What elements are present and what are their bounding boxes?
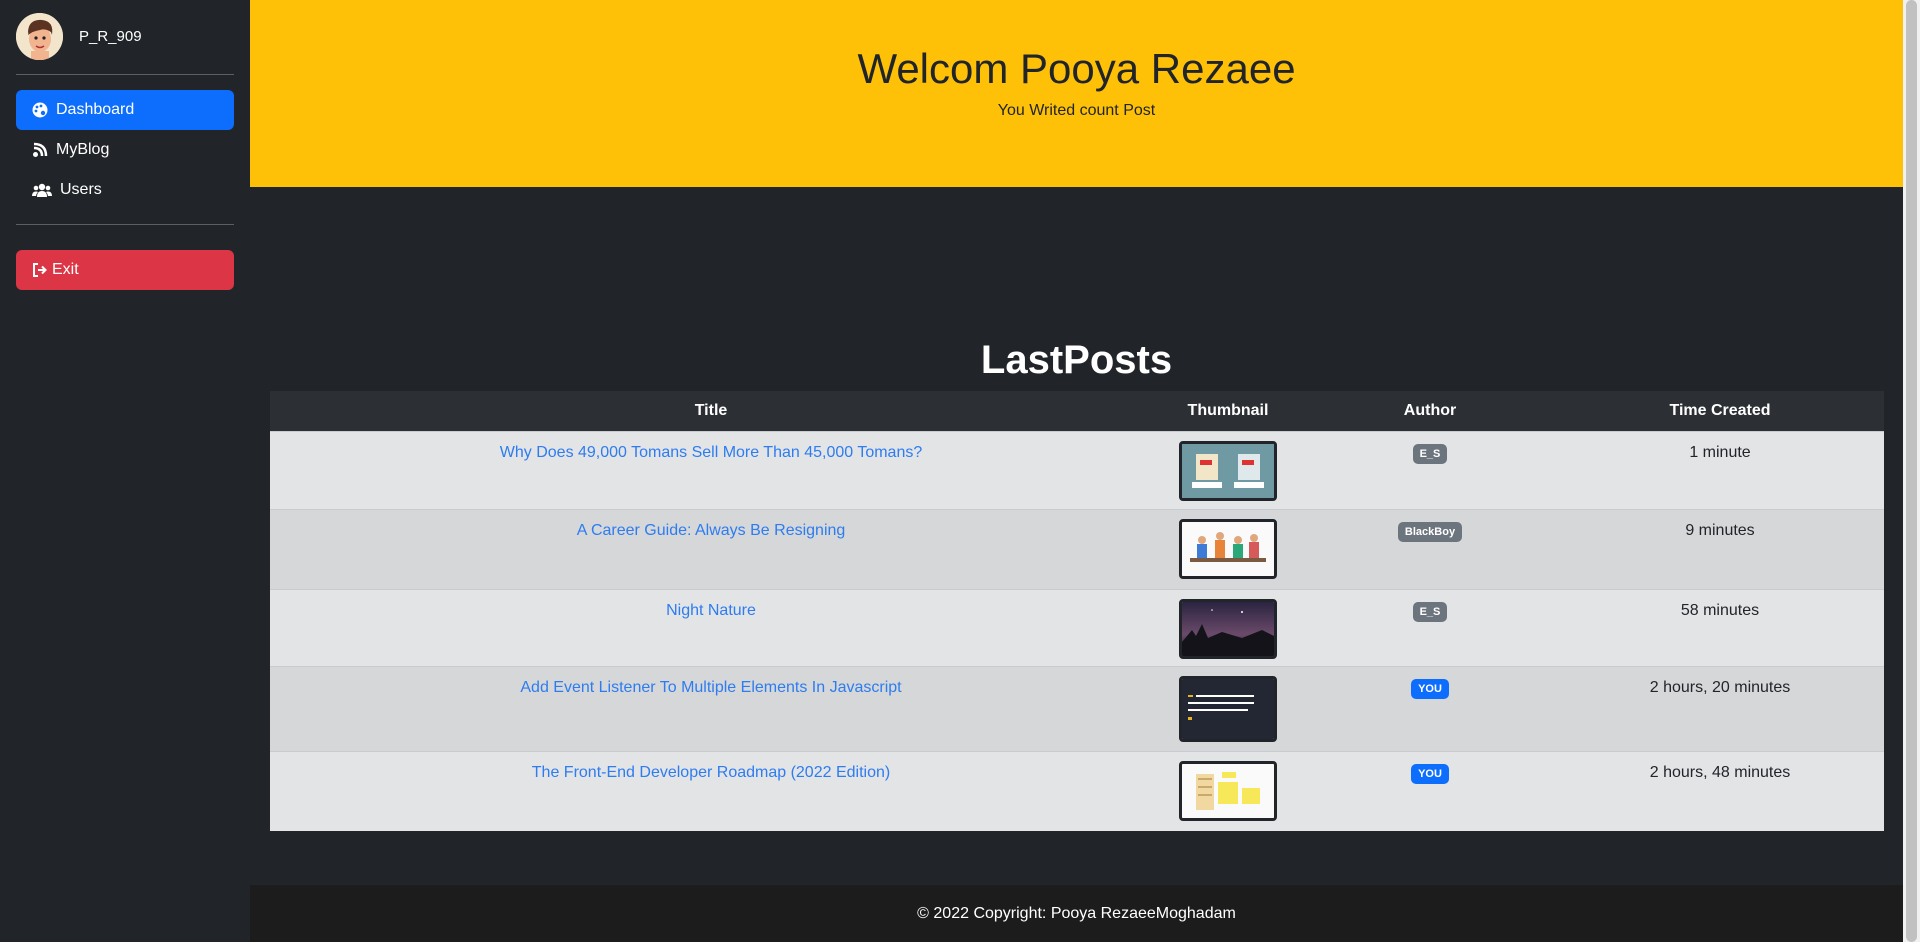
time-created: 2 hours, 20 minutes — [1556, 665, 1884, 751]
footer: © 2022 Copyright: Pooya RezaeeMoghadam — [250, 885, 1903, 942]
sidebar-item-myblog[interactable]: MyBlog — [16, 130, 234, 170]
sidebar-item-label: Dashboard — [56, 101, 135, 118]
time-created: 9 minutes — [1556, 508, 1884, 589]
column-header-title: Title — [694, 401, 728, 419]
post-title-link[interactable]: A Career Guide: Always Be Resigning — [577, 522, 846, 539]
welcome-banner: Welcom Pooya Rezaee You Writed count Pos… — [250, 0, 1903, 187]
author-badge: E_S — [1412, 601, 1448, 622]
table-row: The Front-End Developer Roadmap (2022 Ed… — [270, 750, 1884, 831]
scrollbar-thumb[interactable] — [1906, 0, 1917, 942]
column-header-time: Time Created — [1669, 401, 1771, 419]
time-created: 1 minute — [1556, 430, 1884, 509]
users-icon — [32, 183, 52, 197]
page-subtitle: You Writed count Post — [997, 102, 1156, 119]
page-title: Welcom Pooya Rezaee — [857, 45, 1296, 92]
author-badge: E_S — [1412, 443, 1448, 464]
post-title-link[interactable]: Why Does 49,000 Tomans Sell More Than 45… — [500, 444, 922, 461]
time-created: 58 minutes — [1556, 588, 1884, 666]
post-thumbnail[interactable] — [1179, 440, 1277, 501]
section-title: LastPosts — [980, 338, 1173, 382]
author-badge: BlackBoy — [1397, 521, 1463, 542]
table-row: Night Nature E_S 58 minutes — [270, 588, 1884, 666]
sidebar-item-label: Users — [60, 181, 102, 198]
post-thumbnail[interactable] — [1179, 675, 1277, 742]
post-title-link[interactable]: Night Nature — [666, 602, 756, 619]
sidebar-item-label: MyBlog — [56, 141, 110, 158]
copyright-text: © 2022 Copyright: Pooya RezaeeMoghadam — [917, 905, 1236, 922]
sidebar-item-users[interactable]: Users — [16, 170, 234, 210]
divider — [16, 224, 234, 225]
profile: P_R_909 — [0, 0, 250, 72]
post-thumbnail[interactable] — [1179, 518, 1277, 579]
table-row: Add Event Listener To Multiple Elements … — [270, 665, 1884, 751]
sidebar-nav: Dashboard MyBlog Users — [0, 75, 250, 210]
blog-icon — [33, 142, 48, 157]
main-content: Welcom Pooya Rezaee You Writed count Pos… — [250, 0, 1903, 942]
posts-table: Title Thumbnail Author Time Created Why … — [270, 391, 1884, 831]
post-thumbnail[interactable] — [1179, 598, 1277, 659]
post-thumbnail[interactable] — [1179, 760, 1277, 821]
sidebar-item-dashboard[interactable]: Dashboard — [16, 90, 234, 130]
column-header-author: Author — [1403, 401, 1457, 419]
author-badge: YOU — [1411, 678, 1449, 699]
post-title-link[interactable]: The Front-End Developer Roadmap (2022 Ed… — [532, 764, 890, 781]
table-header-row: Title Thumbnail Author Time Created — [270, 391, 1884, 431]
username: P_R_909 — [79, 27, 142, 45]
avatar[interactable] — [16, 12, 63, 60]
scrollbar[interactable] — [1903, 0, 1920, 942]
sidebar: P_R_909 Dashboard MyBlog Users Exit — [0, 0, 250, 942]
exit-button[interactable]: Exit — [16, 250, 234, 290]
author-badge: YOU — [1411, 763, 1449, 784]
sign-out-icon — [33, 263, 47, 277]
post-title-link[interactable]: Add Event Listener To Multiple Elements … — [520, 679, 901, 696]
exit-label: Exit — [52, 261, 79, 278]
table-row: Why Does 49,000 Tomans Sell More Than 45… — [270, 430, 1884, 509]
column-header-thumbnail: Thumbnail — [1187, 401, 1269, 419]
time-created: 2 hours, 48 minutes — [1556, 750, 1884, 831]
palette-icon — [32, 102, 48, 118]
table-row: A Career Guide: Always Be Resigning Blac… — [270, 508, 1884, 589]
